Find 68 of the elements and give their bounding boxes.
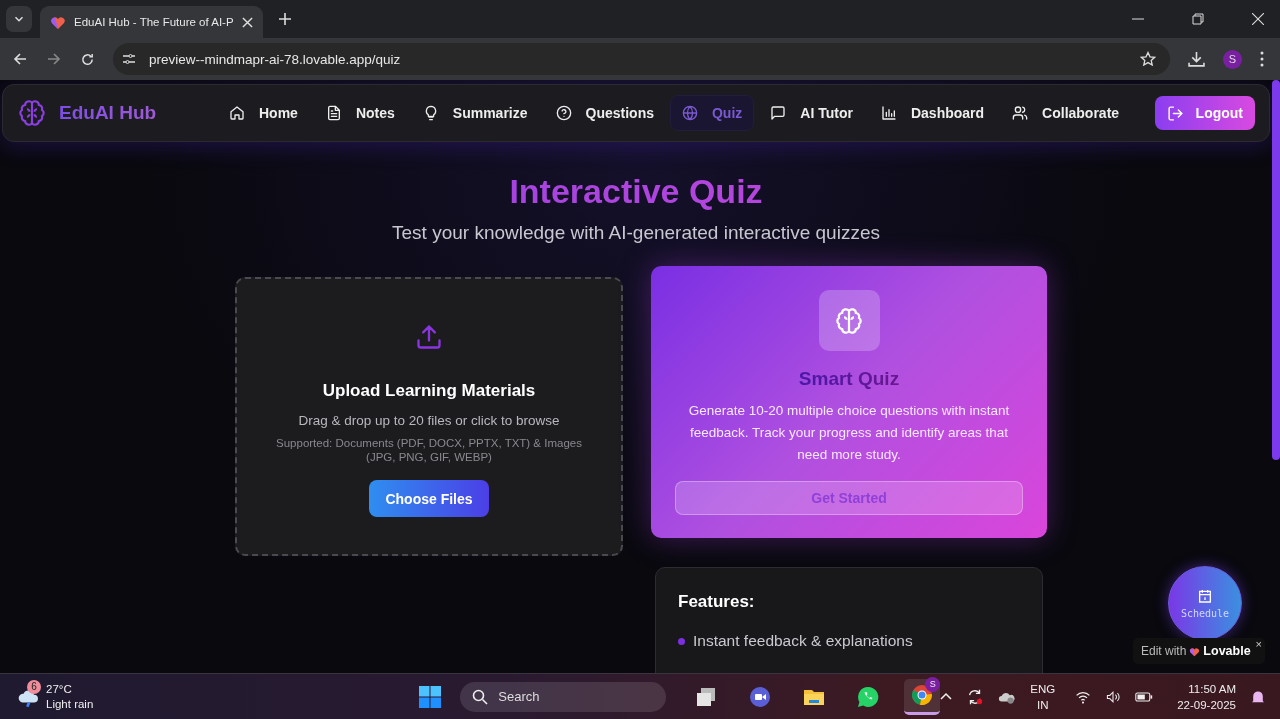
badge-close-button[interactable]: × — [1255, 639, 1263, 650]
logout-button[interactable]: Logout — [1154, 96, 1255, 130]
nav-link[interactable]: Dashboard — [868, 95, 997, 131]
page-subtitle: Test your knowledge with AI-generated interactive quizzes — [391, 222, 881, 244]
notification-count-badge: 6 — [27, 679, 41, 694]
feature-text: Instant feedback & explanations — [693, 632, 913, 650]
volume-icon[interactable] — [1105, 688, 1122, 705]
url-text: preview--mindmapr-ai-78.lovable.app/quiz — [149, 51, 401, 67]
brain-icon — [818, 290, 880, 351]
scrollbar-thumb[interactable] — [1272, 80, 1280, 460]
users-icon — [1012, 105, 1029, 121]
heart-logo-icon — [1189, 645, 1201, 657]
menu-icon[interactable] — [1260, 51, 1264, 67]
bullet-dot — [678, 637, 685, 645]
nav-link[interactable]: Collaborate — [1000, 95, 1132, 131]
close-icon[interactable] — [241, 16, 253, 28]
help-icon — [555, 105, 572, 121]
temperature-text: 27°C — [46, 681, 73, 697]
calendar-icon — [1197, 587, 1213, 604]
taskbar-search-field[interactable]: Search — [460, 681, 667, 712]
site-settings-icon[interactable] — [121, 51, 137, 67]
edit-with-lovable-badge[interactable]: Edit with Lovable × — [1133, 638, 1265, 664]
tab-title: EduAI Hub - The Future of AI-P — [74, 16, 234, 28]
clock[interactable]: 11:50 AM 22-09-2025 — [1177, 680, 1236, 713]
badge-prefix: Edit with — [1141, 644, 1187, 658]
language-indicator[interactable]: ENG IN — [1030, 680, 1056, 713]
back-icon[interactable] — [12, 51, 28, 67]
browser-icon[interactable]: S — [904, 678, 941, 715]
logout-icon — [1166, 104, 1184, 122]
upload-hint: Drag & drop up to 20 files or click to browse — [298, 413, 560, 428]
document-icon — [325, 105, 342, 121]
choose-files-button[interactable]: Choose Files — [369, 480, 489, 517]
search-icon — [472, 688, 489, 705]
nav-link[interactable]: AI Tutor — [758, 95, 865, 131]
upload-title: Upload Learning Materials — [322, 381, 536, 401]
reload-icon[interactable] — [80, 51, 95, 67]
new-tab-icon[interactable] — [278, 13, 291, 25]
close-icon[interactable] — [1252, 13, 1264, 25]
home-icon — [229, 105, 245, 121]
nav-link[interactable]: Quiz — [670, 95, 755, 131]
brain-icon — [17, 98, 47, 128]
supported-formats-text: Supported: Documents (PDF, DOCX, PPTX, TXT) & Images (JPG, PNG, GIF, WEBP) — [275, 436, 583, 464]
schedule-button[interactable]: Schedule — [1168, 566, 1242, 640]
tab-list-button[interactable] — [6, 6, 32, 32]
windows-start-icon[interactable] — [418, 684, 443, 709]
favicon-icon — [50, 14, 66, 30]
browser-tab[interactable]: EduAI Hub - The Future of AI-P — [40, 6, 263, 38]
quiz-card-description: Generate 10-20 multiple choice questions with instant feedback. Track your progress and identify areas that need more study. — [687, 402, 1011, 464]
battery-icon[interactable] — [1135, 690, 1154, 703]
forward-icon[interactable] — [46, 51, 62, 67]
sync-icon[interactable] — [966, 687, 985, 706]
chat-icon — [770, 105, 787, 121]
bookmark-star-icon[interactable] — [1140, 51, 1156, 67]
nav-link[interactable]: Summarize — [410, 95, 540, 131]
nav-link[interactable]: Home — [217, 95, 310, 131]
address-field[interactable]: preview--mindmapr-ai-78.lovable.app/quiz — [113, 43, 1170, 75]
profile-avatar[interactable]: S — [1223, 49, 1242, 69]
upload-dropzone[interactable]: Upload Learning Materials Drag & drop up to 20 files or click to browse Supported: Documents (PDF, DOCX, PPTX, TXT) & Images (JPG, PNG, GIF, WEBP) Choose Files — [235, 277, 623, 556]
download-icon[interactable] — [1188, 50, 1205, 68]
bar-chart-icon — [880, 105, 897, 121]
badge-brand: Lovable — [1203, 644, 1251, 658]
upload-icon — [415, 323, 443, 351]
weather-condition-text: Light rain — [46, 696, 94, 712]
nav-link[interactable]: Notes — [313, 95, 407, 131]
restore-icon[interactable] — [1192, 13, 1204, 25]
nav-link[interactable]: Questions — [543, 95, 666, 131]
globe-icon — [682, 105, 698, 121]
features-title: Features: — [678, 592, 756, 612]
